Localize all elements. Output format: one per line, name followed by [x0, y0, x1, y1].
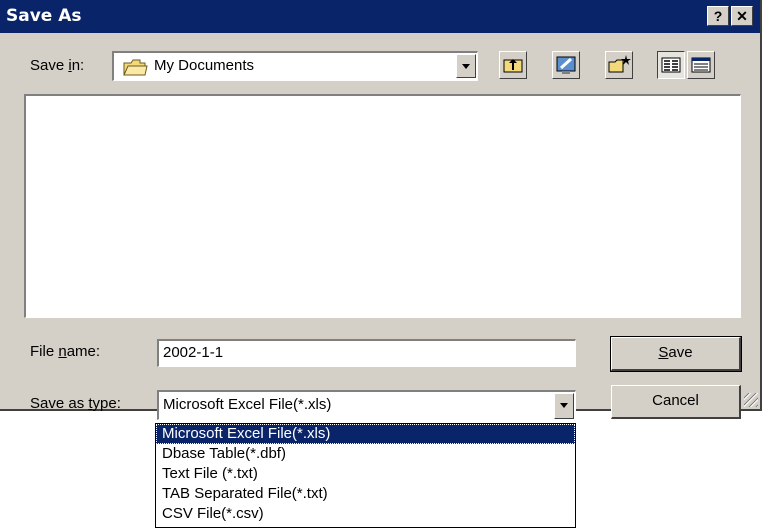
file-type-option[interactable]: CSV File(*.csv) — [156, 504, 575, 524]
list-view-icon — [658, 57, 684, 82]
save-as-type-label: Save as type: — [30, 395, 121, 412]
save-in-label: Save in: — [30, 57, 85, 74]
file-list-area[interactable] — [24, 94, 741, 318]
list-view-button[interactable] — [657, 51, 685, 79]
close-button[interactable]: ✕ — [731, 6, 753, 26]
cancel-button[interactable]: Cancel — [611, 385, 741, 419]
up-one-level-button[interactable] — [499, 51, 527, 79]
title-bar[interactable]: Save As ? ✕ — [0, 0, 760, 33]
save-as-type-list[interactable]: Microsoft Excel File(*.xls) Dbase Table(*… — [155, 423, 576, 528]
save-as-type-dropdown-button[interactable] — [554, 393, 574, 419]
save-as-type-value: Microsoft Excel File(*.xls) — [163, 396, 332, 413]
details-view-icon — [688, 57, 714, 82]
new-folder-button[interactable] — [605, 51, 633, 79]
file-name-value: 2002-1-1 — [163, 344, 224, 361]
save-in-dropdown-button[interactable] — [456, 54, 476, 78]
save-as-type-combo[interactable]: Microsoft Excel File(*.xls) — [157, 390, 576, 420]
new-folder-icon — [606, 55, 632, 82]
dialog-title: Save As — [6, 6, 82, 26]
details-view-button[interactable] — [687, 51, 715, 79]
help-button[interactable]: ? — [707, 6, 729, 26]
desktop-button[interactable] — [552, 51, 580, 79]
desktop-icon — [553, 56, 579, 82]
save-in-value: My Documents — [154, 57, 255, 74]
file-name-label: File name: — [30, 343, 101, 360]
file-type-option[interactable]: Dbase Table(*.dbf) — [156, 444, 575, 464]
resize-grip[interactable] — [744, 393, 758, 407]
file-type-option[interactable]: TAB Separated File(*.txt) — [156, 484, 575, 504]
save-button[interactable]: Save — [610, 336, 742, 372]
file-name-input[interactable]: 2002-1-1 — [157, 339, 576, 367]
file-type-option[interactable]: Text File (*.txt) — [156, 464, 575, 484]
up-one-level-icon — [500, 59, 526, 82]
file-type-option[interactable]: Microsoft Excel File(*.xls) — [156, 424, 575, 444]
save-in-combo[interactable]: My Documents — [112, 51, 478, 81]
save-as-dialog: Save As ? ✕ Save in: My Documents File n… — [0, 0, 762, 420]
folder-icon — [122, 56, 148, 82]
